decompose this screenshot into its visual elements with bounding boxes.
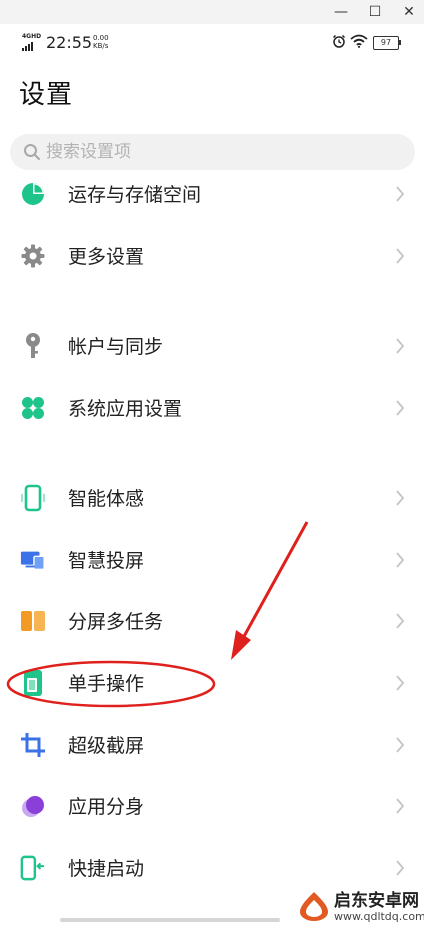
network-speed-unit: KB/s <box>93 42 109 50</box>
one-hand-phone-icon <box>20 669 46 697</box>
settings-item-label: 应用分身 <box>68 796 145 818</box>
settings-item-system-apps[interactable]: 系统应用设置 <box>0 380 424 436</box>
network-type-label: 4GHD <box>22 33 42 40</box>
status-time: 22:55 <box>46 33 93 52</box>
settings-item-label: 智慧投屏 <box>68 550 145 572</box>
close-window-button[interactable]: ✕ <box>392 0 424 24</box>
window-title-bar: — ☐ ✕ <box>0 0 424 24</box>
clover-icon <box>20 394 46 422</box>
search-icon <box>24 144 40 160</box>
watermark-logo-icon <box>300 892 328 921</box>
chevron-right-icon <box>396 552 405 568</box>
chevron-right-icon <box>396 338 405 354</box>
settings-item-storage[interactable]: 运存与存储空间 <box>0 166 424 222</box>
alarm-clock-icon <box>332 34 346 48</box>
watermark-url: www.qdltdq.com <box>334 910 424 923</box>
site-watermark: 启东安卓网 www.qdltdq.com <box>298 886 424 928</box>
network-speed: 0.00 KB/s <box>93 34 109 50</box>
watermark-name: 启东安卓网 <box>334 891 419 911</box>
settings-item-label: 系统应用设置 <box>68 398 183 420</box>
settings-item-more[interactable]: 更多设置 <box>0 228 424 284</box>
status-bar: 4GHD 22:55 0.00 KB/s 97 <box>0 24 424 62</box>
settings-item-label: 单手操作 <box>68 673 145 695</box>
app-clone-icon <box>20 792 46 820</box>
wifi-icon <box>350 34 368 48</box>
page-title: 设置 <box>19 80 74 110</box>
key-icon <box>20 332 46 360</box>
chevron-right-icon <box>396 490 405 506</box>
chevron-right-icon <box>396 613 405 629</box>
settings-item-label: 运存与存储空间 <box>68 184 202 206</box>
settings-item-label: 分屏多任务 <box>68 611 164 633</box>
settings-item-screen-cast[interactable]: 智慧投屏 <box>0 532 424 588</box>
split-screen-icon <box>20 607 46 635</box>
gear-icon <box>20 242 46 270</box>
chevron-right-icon <box>396 737 405 753</box>
search-input[interactable] <box>46 134 386 170</box>
chevron-right-icon <box>396 798 405 814</box>
network-speed-value: 0.00 <box>93 34 109 42</box>
battery-level: 97 <box>373 36 401 50</box>
crop-icon <box>20 731 46 759</box>
settings-item-label: 更多设置 <box>68 246 145 268</box>
settings-item-split-screen[interactable]: 分屏多任务 <box>0 593 424 649</box>
settings-item-label: 快捷启动 <box>68 858 145 880</box>
phone-outline-icon <box>20 484 46 512</box>
chevron-right-icon <box>396 248 405 264</box>
settings-item-app-clone[interactable]: 应用分身 <box>0 778 424 834</box>
pie-chart-icon <box>20 180 46 208</box>
settings-item-one-hand[interactable]: 单手操作 <box>0 655 424 711</box>
cast-screen-icon <box>20 546 46 574</box>
settings-item-account[interactable]: 帐户与同步 <box>0 318 424 374</box>
settings-item-screenshot[interactable]: 超级截屏 <box>0 717 424 773</box>
cellular-signal-icon: 4GHD <box>22 33 42 51</box>
settings-item-smart-motion[interactable]: 智能体感 <box>0 470 424 526</box>
chevron-right-icon <box>396 675 405 691</box>
chevron-right-icon <box>396 400 405 416</box>
home-indicator <box>60 918 280 922</box>
maximize-button[interactable]: ☐ <box>358 0 392 24</box>
search-bar[interactable] <box>10 134 415 170</box>
settings-item-label: 超级截屏 <box>68 735 145 757</box>
settings-item-label: 智能体感 <box>68 488 145 510</box>
chevron-right-icon <box>396 186 405 202</box>
chevron-right-icon <box>396 860 405 876</box>
quick-launch-icon <box>20 854 46 882</box>
settings-item-label: 帐户与同步 <box>68 336 164 358</box>
minimize-button[interactable]: — <box>324 0 358 24</box>
